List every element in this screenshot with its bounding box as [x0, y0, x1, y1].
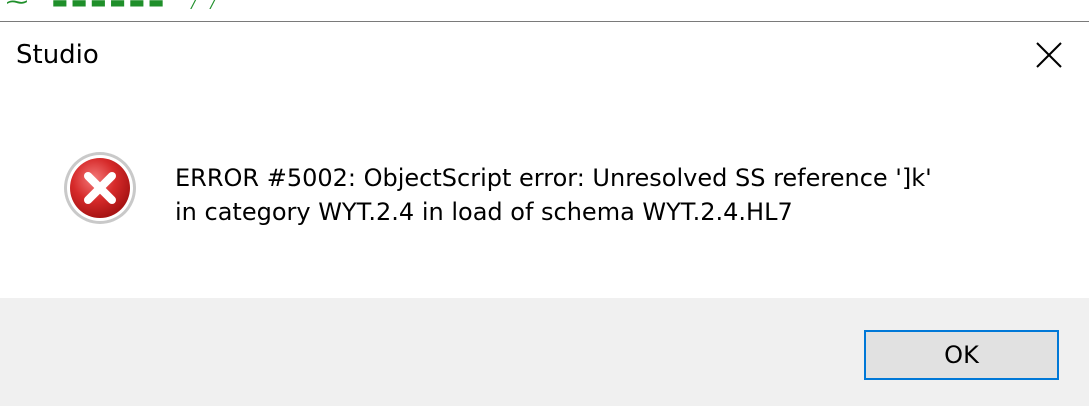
close-button[interactable]: [1009, 22, 1089, 88]
dialog-body: ERROR #5002: ObjectScript error: Unresol…: [0, 88, 1089, 296]
dialog-title: Studio: [16, 40, 99, 70]
close-icon: [1036, 42, 1062, 68]
error-message: ERROR #5002: ObjectScript error: Unresol…: [175, 161, 932, 229]
error-message-line-1: ERROR #5002: ObjectScript error: Unresol…: [175, 164, 932, 192]
dialog-titlebar: Studio: [0, 22, 1089, 88]
error-icon: [64, 152, 136, 224]
ok-button[interactable]: OK: [864, 330, 1059, 380]
dialog-button-bar: OK: [0, 298, 1089, 406]
error-dialog: Studio ERROR #5002: ObjectScript error: …: [0, 21, 1089, 406]
background-text-fragment: ⁓ ▬▬▬▬▬▬ ⁄⁄: [6, 0, 227, 15]
background-window-fragment: ⁓ ▬▬▬▬▬▬ ⁄⁄: [0, 0, 1089, 20]
error-message-line-2: in category WYT.2.4 in load of schema WY…: [175, 198, 793, 226]
